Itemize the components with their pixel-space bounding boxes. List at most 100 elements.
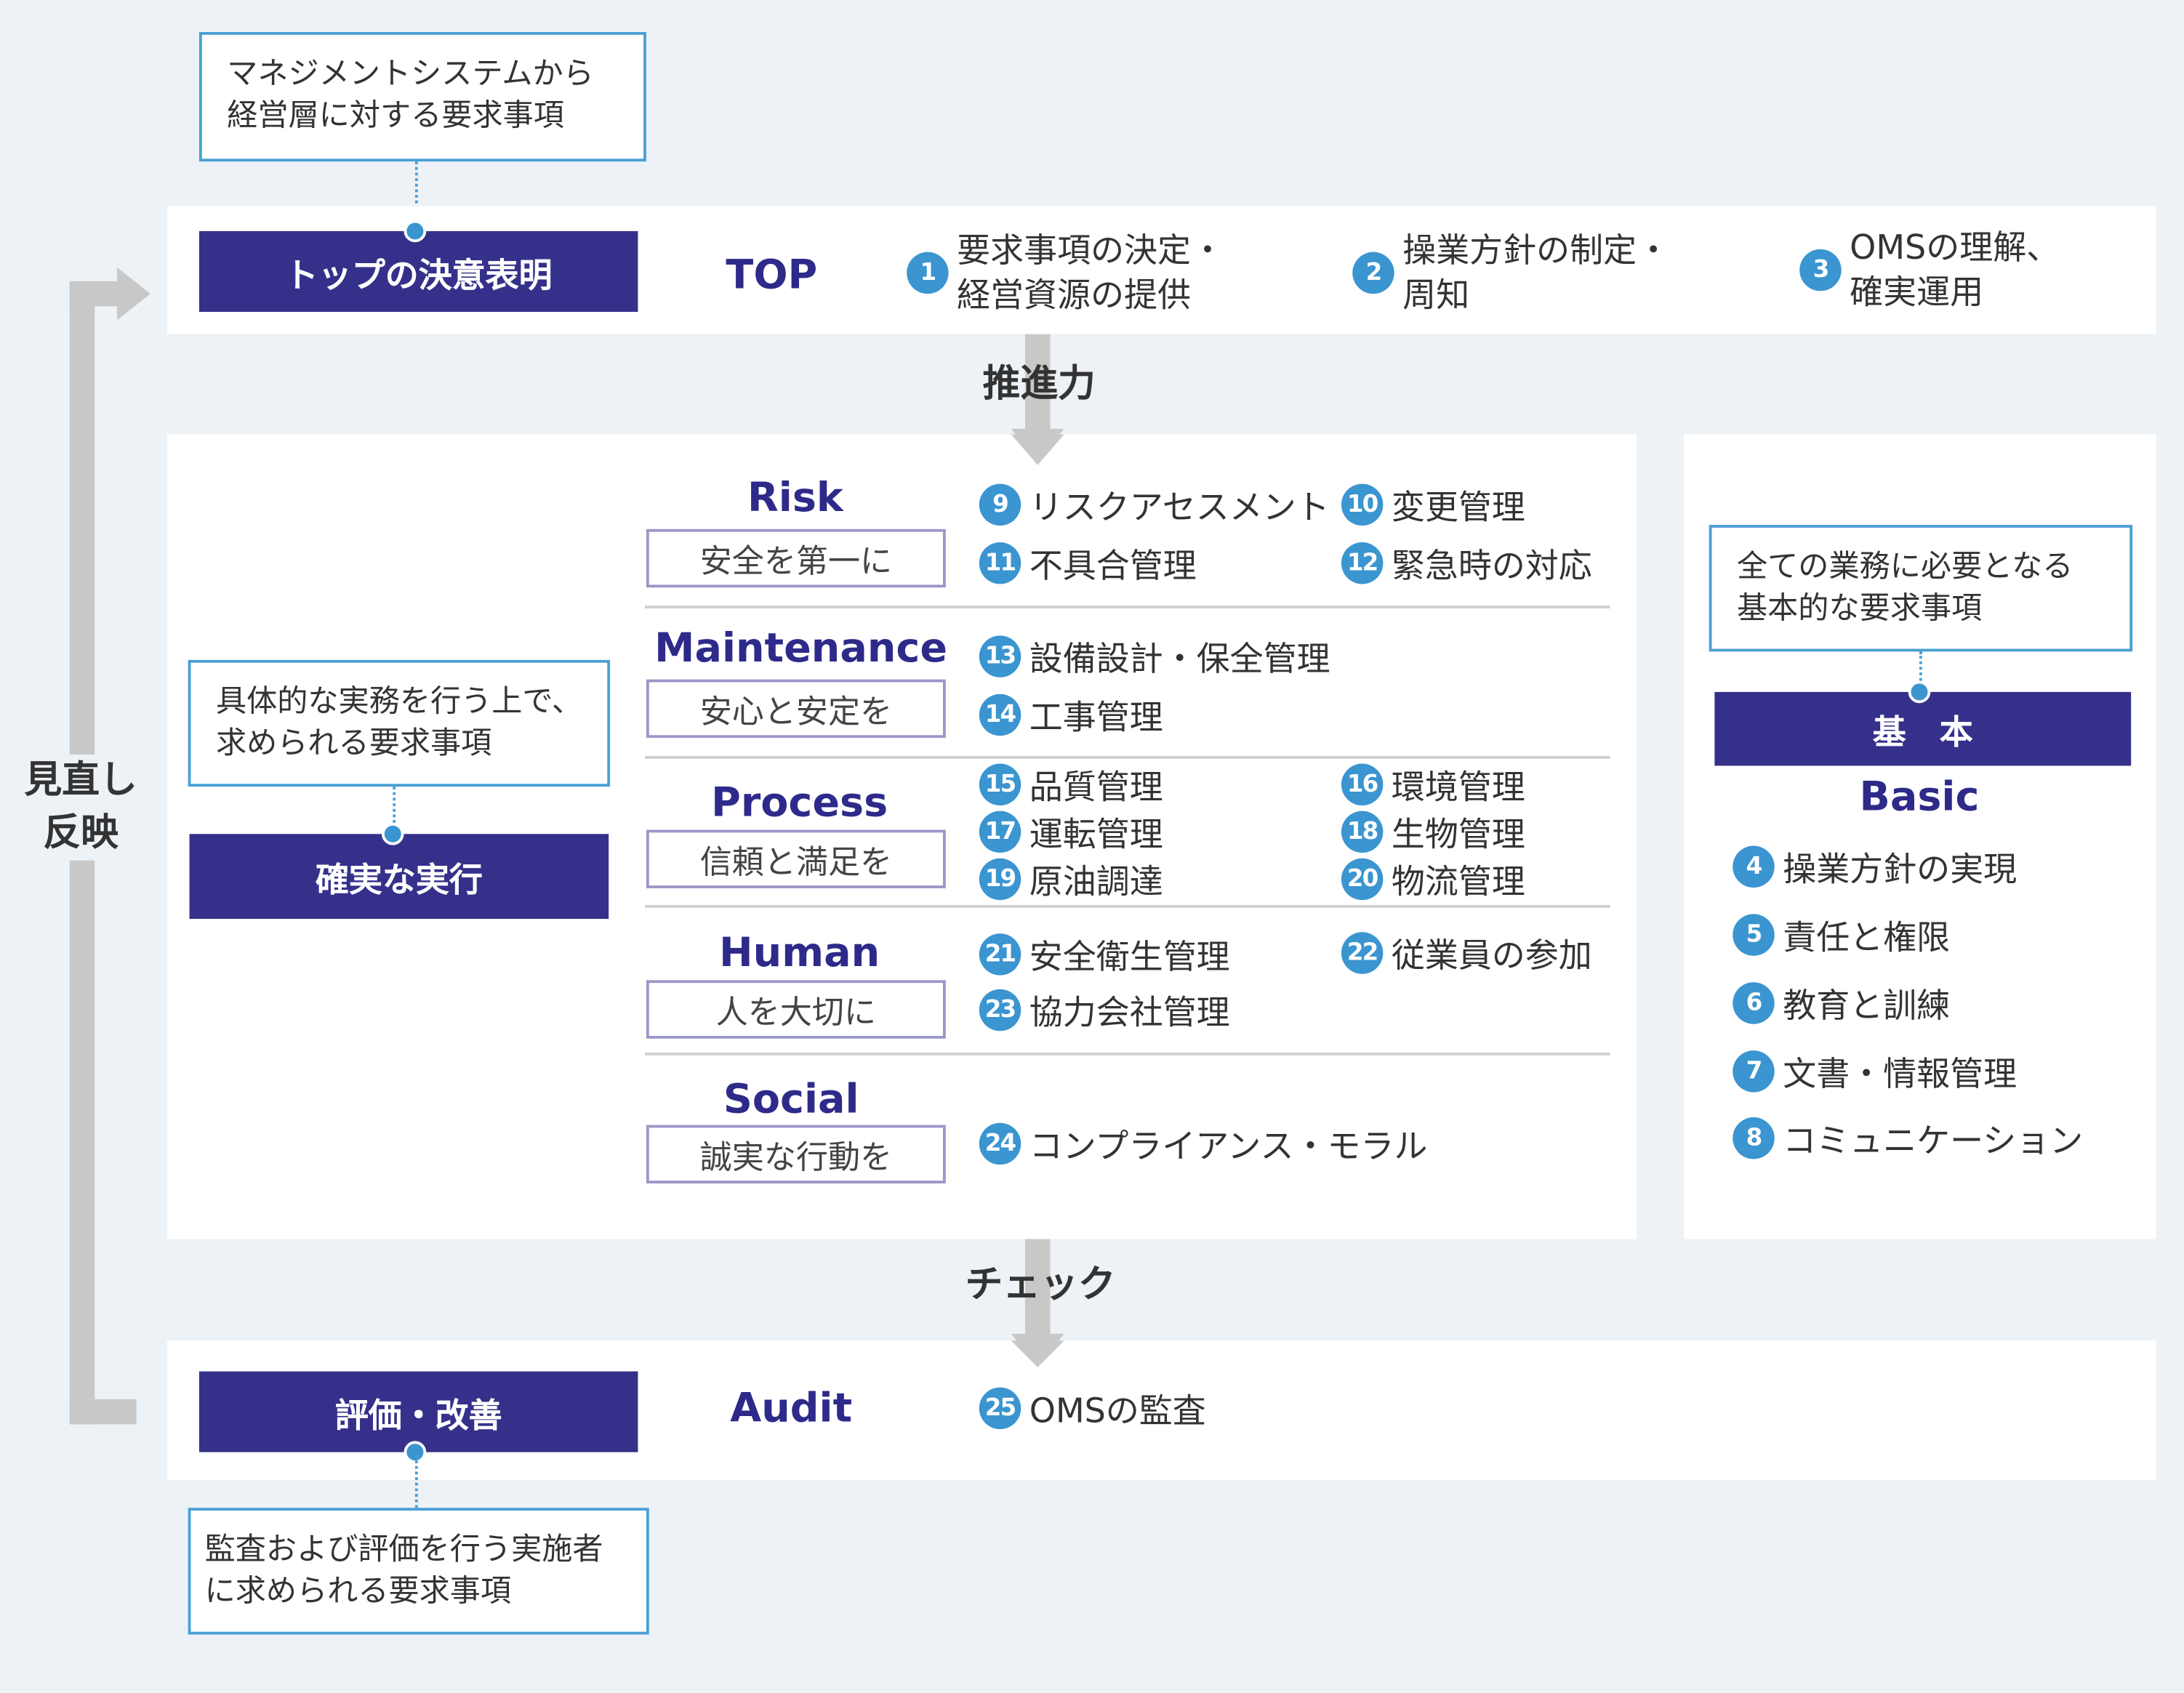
item-20: 20 物流管理 — [1341, 854, 1525, 903]
number-badge: 6 — [1733, 981, 1775, 1024]
item-text: 協力会社管理 — [1029, 993, 1230, 1033]
item-24: 24 コンプライアンス・モラル — [979, 1119, 1428, 1167]
audit-callout: 監査および評価を行う実施者 に求められる要求事項 — [188, 1508, 649, 1635]
item-text: 責任と権限 — [1783, 918, 1951, 957]
top-item-1: 1 要求事項の決定・ 経営資源の提供 — [907, 228, 1224, 318]
callout-line: 全ての業務に必要となる — [1737, 550, 2073, 585]
item-22: 22 従業員の参加 — [1341, 928, 1592, 977]
number-badge: 25 — [979, 1386, 1021, 1429]
feedback-arrow-bottom — [69, 1399, 137, 1425]
top-callout: マネジメントシステムから 経営層に対する要求事項 — [198, 32, 646, 162]
item-4: 4 操業方針の実現 — [1733, 842, 2017, 890]
feedback-label-line: 反映 — [43, 811, 119, 855]
callout-line: マネジメントシステムから — [227, 57, 594, 92]
check-label: チェック — [965, 1263, 1116, 1307]
item-17: 17 運転管理 — [979, 807, 1163, 856]
driving-force-label: 推進力 — [982, 362, 1096, 406]
number-badge: 24 — [979, 1122, 1021, 1165]
item-text: OMSの理解、 — [1850, 228, 2060, 268]
number-badge: 14 — [979, 693, 1021, 736]
item-text: 経営資源の提供 — [957, 276, 1192, 315]
feedback-arrow-top — [69, 281, 120, 307]
item-13: 13 設備設計・保全管理 — [979, 632, 1330, 680]
item-text: 従業員の参加 — [1391, 936, 1592, 976]
feedback-label: 見直し 反映 — [11, 755, 150, 861]
item-text: OMSの監査 — [1029, 1391, 1206, 1431]
item-15: 15 品質管理 — [979, 760, 1163, 808]
item-10: 10 変更管理 — [1341, 480, 1525, 528]
callout-line: 基本的な要求事項 — [1737, 592, 1983, 627]
number-badge: 11 — [979, 542, 1021, 584]
category-maintenance-title: Maintenance — [654, 624, 947, 672]
callout-line: 具体的な実務を行う上で、 — [215, 685, 583, 720]
connector-dot — [404, 220, 427, 243]
callout-line: 監査および評価を行う実施者 — [204, 1532, 603, 1568]
item-9: 9 リスクアセスメント — [979, 480, 1330, 528]
item-18: 18 生物管理 — [1341, 807, 1525, 856]
item-text: 教育と訓練 — [1783, 986, 1951, 1026]
number-badge: 9 — [979, 483, 1021, 526]
item-text: 確実運用 — [1850, 273, 1984, 313]
callout-line: に求められる要求事項 — [204, 1575, 512, 1610]
item-text: 工事管理 — [1029, 698, 1163, 738]
category-process-title: Process — [711, 778, 888, 826]
top-item-3: 3 OMSの理解、 確実運用 — [1799, 225, 2060, 315]
item-5: 5 責任と権限 — [1733, 910, 1950, 959]
item-21: 21 安全衛生管理 — [979, 929, 1230, 978]
oms-diagram: 見直し 反映 マネジメントシステムから 経営層に対する要求事項 トップの決意表明… — [0, 0, 2184, 1693]
item-14: 14 工事管理 — [979, 690, 1163, 739]
item-text: 操業方針の実現 — [1783, 850, 2018, 889]
divider — [645, 756, 1610, 759]
number-badge: 21 — [979, 933, 1021, 975]
item-23: 23 協力会社管理 — [979, 985, 1230, 1034]
execution-callout: 具体的な実務を行う上で、 求められる要求事項 — [188, 659, 611, 787]
number-badge: 17 — [979, 810, 1021, 853]
item-text: リスクアセスメント — [1029, 488, 1330, 527]
item-text: 環境管理 — [1391, 768, 1525, 807]
category-social-title: Social — [723, 1074, 859, 1122]
category-social-subtitle: 誠実な行動を — [646, 1125, 946, 1184]
audit-box: 評価・改善 — [198, 1371, 638, 1452]
item-text: 周知 — [1402, 276, 1470, 315]
item-text: 設備設計・保全管理 — [1029, 640, 1330, 679]
number-badge: 7 — [1733, 1050, 1775, 1092]
feedback-label-line: 見直し — [24, 758, 137, 803]
item-text: 生物管理 — [1391, 815, 1525, 855]
divider — [645, 1052, 1610, 1055]
number-badge: 19 — [979, 857, 1021, 900]
number-badge: 2 — [1352, 252, 1394, 294]
connector-dot — [381, 822, 404, 845]
category-human-title: Human — [719, 928, 880, 976]
item-8: 8 コミュニケーション — [1733, 1113, 2083, 1162]
item-7: 7 文書・情報管理 — [1733, 1046, 2017, 1095]
item-text: 不具合管理 — [1029, 546, 1197, 586]
audit-label: Audit — [730, 1383, 853, 1431]
top-label: TOP — [726, 250, 818, 298]
number-badge: 1 — [907, 252, 949, 294]
top-item-2: 2 操業方針の制定・ 周知 — [1352, 228, 1670, 318]
item-text: コンプライアンス・モラル — [1029, 1127, 1428, 1167]
down-arrowhead-icon — [1011, 1340, 1064, 1367]
top-commitment-box: トップの決意表明 — [198, 230, 638, 313]
item-text: 緊急時の対応 — [1391, 546, 1592, 586]
item-text: 原油調達 — [1029, 862, 1163, 902]
item-text: 操業方針の制定・ — [1402, 230, 1671, 270]
category-maintenance-subtitle: 安心と安定を — [646, 679, 946, 739]
item-text: 運転管理 — [1029, 815, 1163, 855]
item-16: 16 環境管理 — [1341, 760, 1525, 808]
item-text: 変更管理 — [1391, 488, 1525, 527]
item-text: 物流管理 — [1391, 862, 1525, 902]
item-6: 6 教育と訓練 — [1733, 978, 1950, 1026]
number-badge: 16 — [1341, 763, 1384, 805]
number-badge: 12 — [1341, 542, 1384, 584]
category-risk-title: Risk — [747, 473, 843, 521]
divider — [645, 904, 1610, 908]
number-badge: 22 — [1341, 931, 1384, 973]
connector — [414, 1455, 418, 1508]
item-12: 12 緊急時の対応 — [1341, 538, 1592, 587]
item-25: 25 OMSの監査 — [979, 1383, 1206, 1432]
number-badge: 23 — [979, 988, 1021, 1031]
item-text: コミュニケーション — [1783, 1121, 2084, 1161]
item-text: 要求事項の決定・ — [957, 230, 1224, 270]
category-process-subtitle: 信頼と満足を — [646, 829, 946, 888]
